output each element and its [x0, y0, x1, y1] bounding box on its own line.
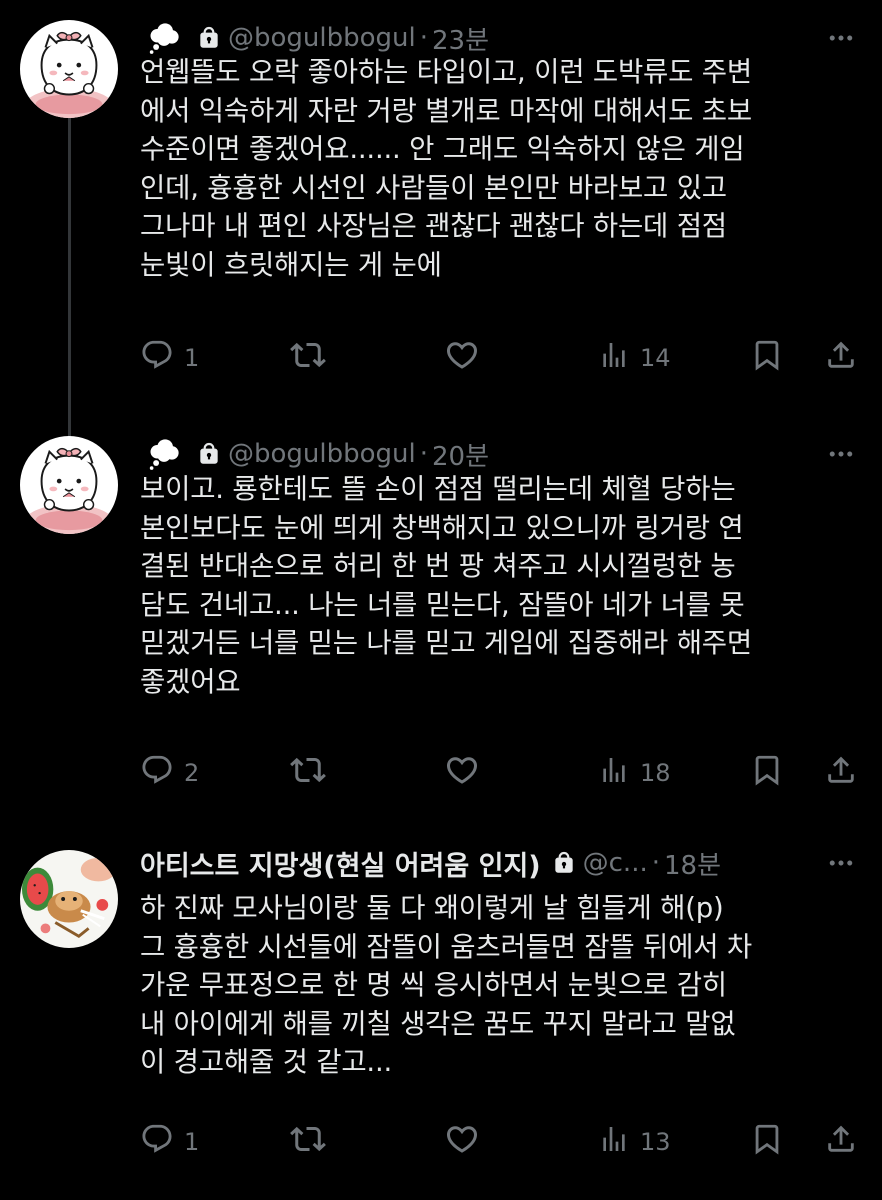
reply-button[interactable]: 2: [140, 753, 199, 793]
bookmark-button[interactable]: [750, 338, 784, 378]
view-count: 13: [640, 1128, 671, 1156]
share-button[interactable]: [824, 338, 858, 378]
thought-bubble-icon: [146, 20, 182, 56]
action-bar: 1 13: [140, 1122, 862, 1162]
reply-button[interactable]: 1: [140, 1122, 199, 1162]
retweet-icon: [290, 337, 326, 379]
bookmark-icon: [750, 338, 784, 378]
reply-icon: [140, 338, 174, 378]
view-count: 14: [640, 344, 671, 372]
tweet-text: 하 진짜 모사님이랑 둘 다 왜이렇게 날 힘들게 해(p) 그 흉흉한 시선들…: [140, 892, 752, 1078]
separator-dot: ·: [651, 848, 660, 878]
tweet-header: @bogulbbogul · 23분: [140, 20, 862, 56]
retweet-icon: [290, 1121, 326, 1163]
bookmark-button[interactable]: [750, 753, 784, 793]
lock-icon: [196, 441, 222, 467]
lock-icon: [196, 25, 222, 51]
tweet-header: @bogulbbogul · 20분: [140, 436, 862, 472]
display-name[interactable]: 아티스트 지망생(현실 어려움 인지): [140, 844, 541, 883]
user-handle[interactable]: @c...: [583, 848, 648, 878]
retweet-button[interactable]: [290, 338, 336, 378]
action-bar: 2 18: [140, 753, 862, 793]
heart-icon: [444, 337, 480, 379]
share-icon: [824, 753, 858, 793]
user-handle[interactable]: @bogulbbogul: [228, 23, 416, 53]
like-button[interactable]: [444, 338, 490, 378]
avatar[interactable]: [20, 20, 118, 118]
views-button[interactable]: 18: [598, 753, 671, 793]
reply-count: 1: [184, 1128, 200, 1156]
bookmark-icon: [750, 753, 784, 793]
more-options-icon[interactable]: [826, 436, 856, 472]
timestamp[interactable]: 20분: [432, 436, 489, 473]
action-bar: 1 14: [140, 338, 862, 378]
reply-count: 1: [184, 344, 200, 372]
separator-dot: ·: [419, 439, 429, 469]
views-button[interactable]: 14: [598, 338, 671, 378]
more-options-icon[interactable]: [826, 845, 856, 881]
tweet-text: 보이고. 룡한테도 뜰 손이 점점 떨리는데 체혈 당하는 본인보다도 눈에 띄…: [140, 473, 752, 698]
reply-button[interactable]: 1: [140, 338, 199, 378]
view-count: 18: [640, 759, 671, 787]
like-button[interactable]: [444, 1122, 490, 1162]
lock-icon: [551, 850, 577, 876]
views-icon: [598, 339, 630, 377]
retweet-icon: [290, 752, 326, 794]
bookmark-icon: [750, 1122, 784, 1162]
share-icon: [824, 338, 858, 378]
heart-icon: [444, 1121, 480, 1163]
more-options-icon[interactable]: [826, 20, 856, 56]
thread-connector-line: [68, 118, 71, 440]
reply-icon: [140, 1122, 174, 1162]
share-icon: [824, 1122, 858, 1162]
share-button[interactable]: [824, 1122, 858, 1162]
thought-bubble-icon: [146, 436, 182, 472]
tweet-header: 아티스트 지망생(현실 어려움 인지) @c... · 18분: [140, 844, 862, 883]
views-button[interactable]: 13: [598, 1122, 671, 1162]
views-icon: [598, 1123, 630, 1161]
reply-count: 2: [184, 759, 200, 787]
reply-icon: [140, 753, 174, 793]
retweet-button[interactable]: [290, 753, 336, 793]
heart-icon: [444, 752, 480, 794]
avatar[interactable]: [20, 850, 118, 948]
share-button[interactable]: [824, 753, 858, 793]
like-button[interactable]: [444, 753, 490, 793]
retweet-button[interactable]: [290, 1122, 336, 1162]
timestamp[interactable]: 18분: [664, 845, 721, 882]
tweet-text: 언웹뜰도 오락 좋아하는 타입이고, 이런 도박류도 주변 에서 익숙하게 자란…: [140, 56, 752, 281]
timestamp[interactable]: 23분: [432, 20, 489, 57]
bookmark-button[interactable]: [750, 1122, 784, 1162]
separator-dot: ·: [419, 23, 429, 53]
avatar[interactable]: [20, 436, 118, 534]
user-handle[interactable]: @bogulbbogul: [228, 439, 416, 469]
views-icon: [598, 754, 630, 792]
